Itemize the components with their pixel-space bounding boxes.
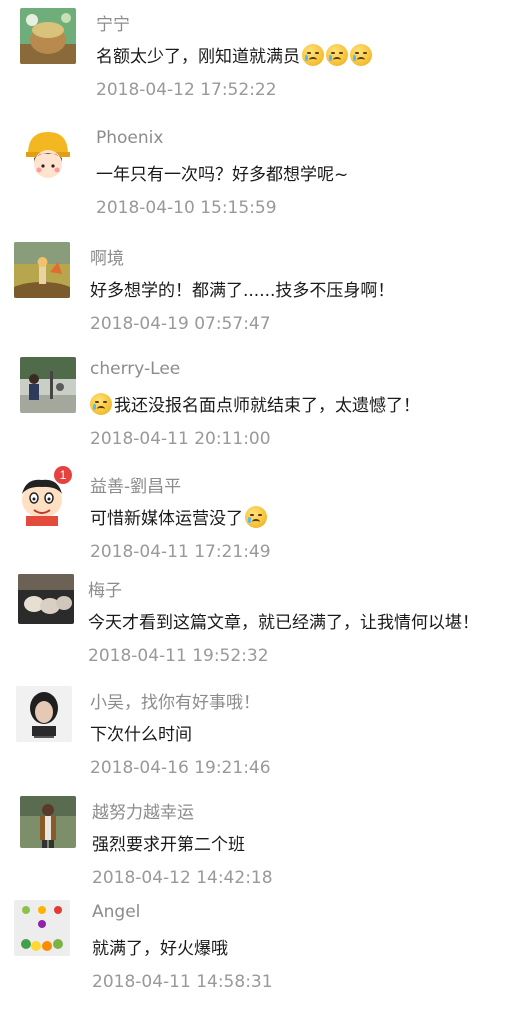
comment-timestamp: 2018-04-12 14:42:18: [92, 868, 273, 888]
unread-badge: 1: [54, 466, 72, 484]
comment-timestamp: 2018-04-11 14:58:31: [92, 972, 273, 992]
comment-text: 强烈要求开第二个班: [92, 830, 245, 855]
comment-timestamp: 2018-04-10 15:15:59: [96, 198, 277, 218]
cartoon-girl-avatar-icon[interactable]: [20, 126, 76, 182]
comment-text: 名额太少了，刚知道就满员: [96, 42, 372, 67]
crying-emoji-icon: [90, 392, 112, 415]
comment-timestamp: 2018-04-19 07:57:47: [90, 314, 271, 334]
comment-text: 好多想学的！都满了......技多不压身啊！: [90, 276, 394, 301]
comment-text-content: 我还没报名面点师就结束了，太遗憾了！: [114, 396, 420, 416]
little-prince-avatar-icon[interactable]: [14, 242, 70, 298]
comment-author[interactable]: 越努力越幸运: [92, 798, 194, 823]
comment-text-content: 今天才看到这篇文章，就已经满了，让我情何以堪！: [88, 613, 479, 633]
comment-timestamp: 2018-04-11 17:21:49: [90, 542, 271, 562]
comment-text: 下次什么时间: [90, 720, 192, 745]
comment-text: 我还没报名面点师就结束了，太遗憾了！: [90, 391, 420, 416]
comment-author[interactable]: 宁宁: [96, 10, 130, 35]
comment-list: 宁宁 名额太少了，刚知道就满员 2018-04-12 17:52:22 Phoe: [0, 0, 511, 1010]
portrait-avatar-icon[interactable]: [16, 686, 72, 742]
sheep-photo-avatar-icon[interactable]: [18, 574, 74, 624]
comment-timestamp: 2018-04-11 19:52:32: [88, 646, 269, 666]
comment-author[interactable]: 益善-劉昌平: [90, 472, 181, 497]
comment-text-content: 就满了，好火爆哦: [92, 939, 228, 959]
crying-emoji-icon: [350, 43, 372, 66]
comment-text: 就满了，好火爆哦: [92, 934, 228, 959]
comment-text-content: 好多想学的！都满了......技多不压身啊！: [90, 281, 395, 301]
comment-text: 今天才看到这篇文章，就已经满了，让我情何以堪！: [88, 608, 479, 633]
cartoon-boy-avatar-icon[interactable]: 1: [16, 466, 72, 526]
comment-text-content: 强烈要求开第二个班: [92, 835, 245, 855]
candy-avatar-icon[interactable]: [14, 900, 70, 956]
crying-emoji-icon: [326, 43, 348, 66]
comment-text: 可惜新媒体运营没了: [90, 504, 267, 529]
comment-timestamp: 2018-04-16 19:21:46: [90, 758, 271, 778]
comment-text-content: 可惜新媒体运营没了: [90, 509, 243, 529]
photo-avatar-icon[interactable]: [20, 8, 76, 64]
comment-author[interactable]: Phoenix: [96, 128, 163, 148]
comment-author[interactable]: 梅子: [88, 576, 122, 601]
comment-timestamp: 2018-04-11 20:11:00: [90, 429, 271, 449]
comment-text-content: 一年只有一次吗？好多都想学呢~: [96, 165, 349, 185]
comment-author[interactable]: 啊境: [90, 244, 124, 269]
comment-text: 一年只有一次吗？好多都想学呢~: [96, 160, 348, 185]
crying-emoji-icon: [302, 43, 324, 66]
street-photo-avatar-icon[interactable]: [20, 357, 76, 413]
comment-timestamp: 2018-04-12 17:52:22: [96, 80, 277, 100]
comment-author[interactable]: 小吴，找你有好事哦！: [90, 688, 260, 713]
person-photo-avatar-icon[interactable]: [20, 796, 76, 848]
comment-text-content: 名额太少了，刚知道就满员: [96, 47, 300, 67]
crying-emoji-icon: [245, 505, 267, 528]
comment-author[interactable]: Angel: [92, 902, 140, 922]
comment-author[interactable]: cherry-Lee: [90, 359, 180, 379]
comment-text-content: 下次什么时间: [90, 725, 192, 745]
